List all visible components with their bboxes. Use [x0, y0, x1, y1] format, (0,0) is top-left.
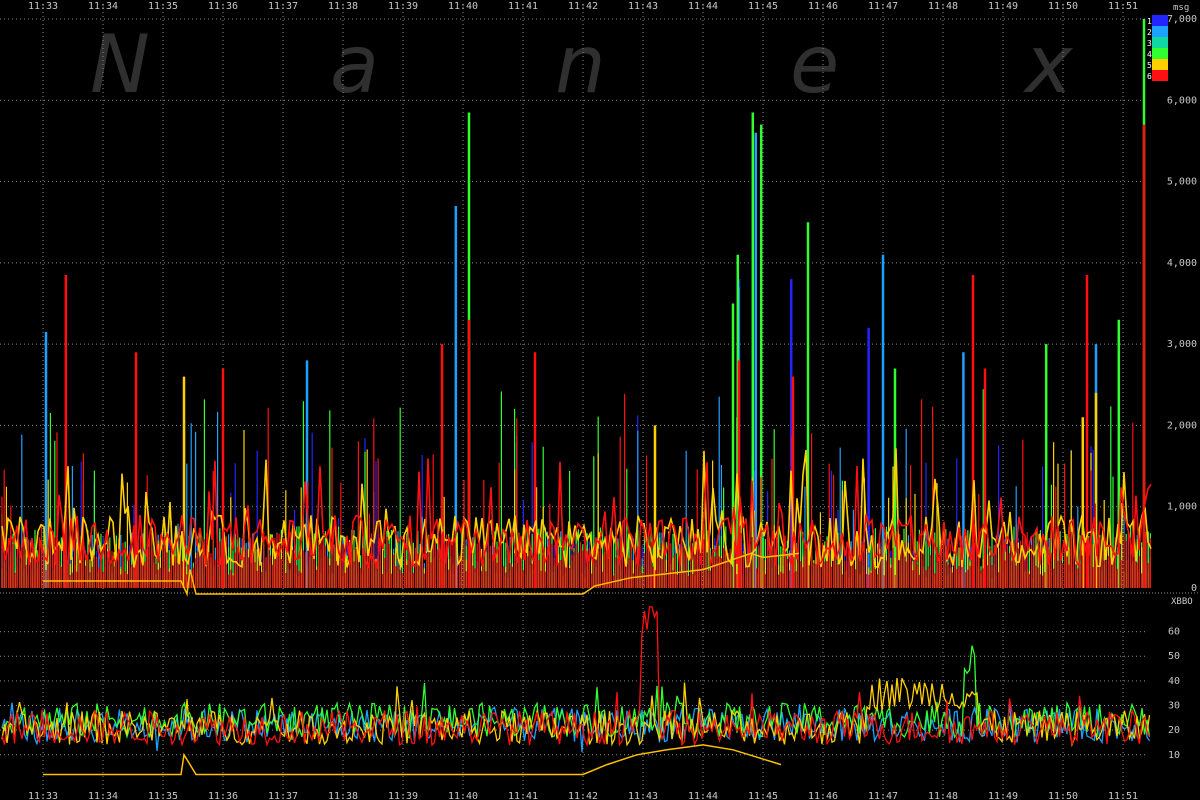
x-tick-label-bottom: 11:51 — [1108, 791, 1138, 800]
x-tick-label-top: 11:49 — [988, 1, 1018, 12]
y-tick-label-bottom: 30 — [1168, 700, 1180, 711]
x-tick-label-bottom: 11:36 — [208, 791, 238, 800]
x-tick-label-top: 11:45 — [748, 1, 778, 12]
x-tick-label-bottom: 11:43 — [628, 791, 658, 800]
x-tick-label-bottom: 11:35 — [148, 791, 178, 800]
y-tick-label-bottom: 20 — [1168, 725, 1180, 736]
legend-swatch — [1152, 15, 1168, 26]
y-tick-label-top: 4,000 — [1167, 258, 1197, 269]
x-tick-label-top: 11:43 — [628, 1, 658, 12]
x-tick-label-top: 11:50 — [1048, 1, 1078, 12]
x-tick-label-top: 11:44 — [688, 1, 718, 12]
legend-swatch — [1152, 59, 1168, 70]
legend-label: 4 — [1147, 50, 1152, 59]
legend-label: 6 — [1147, 72, 1152, 81]
legend-swatch — [1152, 70, 1168, 81]
nanex-chart: N a n e x 11:33 11:33 11:34 11:34 11:35 11:35… — [0, 0, 1200, 800]
watermark-letter: N — [90, 18, 150, 111]
x-tick-label-bottom: 11:33 — [28, 791, 58, 800]
watermark-letter: x — [1022, 18, 1074, 111]
x-tick-label-bottom: 11:47 — [868, 791, 898, 800]
watermark-letter: e — [790, 18, 839, 111]
y-tick-label-bottom: 40 — [1168, 676, 1180, 687]
x-tick-label-bottom: 11:50 — [1048, 791, 1078, 800]
legend-label: 5 — [1147, 61, 1152, 70]
legend-label: 3 — [1147, 39, 1152, 48]
x-tick-label-bottom: 11:42 — [568, 791, 598, 800]
legend-label: 1 — [1147, 17, 1152, 26]
legend-swatch — [1152, 26, 1168, 37]
watermark-letter: n — [555, 18, 606, 111]
x-tick-label-bottom: 11:34 — [88, 791, 118, 800]
x-tick-label-bottom: 11:49 — [988, 791, 1018, 800]
legend-swatch — [1152, 48, 1168, 59]
x-tick-label-top: 11:47 — [868, 1, 898, 12]
x-tick-label-top: 11:33 — [28, 1, 58, 12]
bottom-unit-label: XBBO — [1171, 597, 1193, 607]
x-tick-label-top: 11:36 — [208, 1, 238, 12]
watermark-letter: a — [330, 18, 379, 111]
x-tick-label-top: 11:48 — [928, 1, 958, 12]
y-tick-label-bottom: 50 — [1168, 651, 1180, 662]
legend-label: 2 — [1147, 28, 1152, 37]
top-unit-label: msg — [1173, 3, 1189, 13]
y-tick-label-top: 1,000 — [1167, 502, 1197, 513]
x-tick-label-bottom: 11:38 — [328, 791, 358, 800]
x-tick-label-bottom: 11:44 — [688, 791, 718, 800]
y-tick-label-top: 6,000 — [1167, 95, 1197, 106]
x-tick-label-top: 11:46 — [808, 1, 838, 12]
x-tick-label-top: 11:39 — [388, 1, 418, 12]
x-tick-label-bottom: 11:46 — [808, 791, 838, 800]
x-tick-label-top: 11:37 — [268, 1, 298, 12]
y-tick-label-bottom: 60 — [1168, 627, 1180, 638]
x-tick-label-bottom: 11:45 — [748, 791, 778, 800]
y-tick-label-top: 2,000 — [1167, 420, 1197, 431]
x-tick-label-bottom: 11:37 — [268, 791, 298, 800]
y-tick-label-top: 7,000 — [1167, 14, 1197, 25]
x-tick-label-top: 11:40 — [448, 1, 478, 12]
x-tick-label-top: 11:51 — [1108, 1, 1138, 12]
x-tick-label-top: 11:41 — [508, 1, 538, 12]
x-tick-label-bottom: 11:39 — [388, 791, 418, 800]
x-tick-label-bottom: 11:40 — [448, 791, 478, 800]
x-tick-label-bottom: 11:41 — [508, 791, 538, 800]
y-tick-label-top: 3,000 — [1167, 339, 1197, 350]
x-tick-label-bottom: 11:48 — [928, 791, 958, 800]
y-tick-label-top: 0 — [1191, 583, 1197, 594]
x-tick-label-top: 11:34 — [88, 1, 118, 12]
y-tick-label-bottom: 10 — [1168, 750, 1180, 761]
x-tick-label-top: 11:38 — [328, 1, 358, 12]
y-tick-label-top: 5,000 — [1167, 177, 1197, 188]
legend-swatch — [1152, 37, 1168, 48]
x-tick-label-top: 11:35 — [148, 1, 178, 12]
chart-background — [0, 0, 1200, 800]
x-tick-label-top: 11:42 — [568, 1, 598, 12]
